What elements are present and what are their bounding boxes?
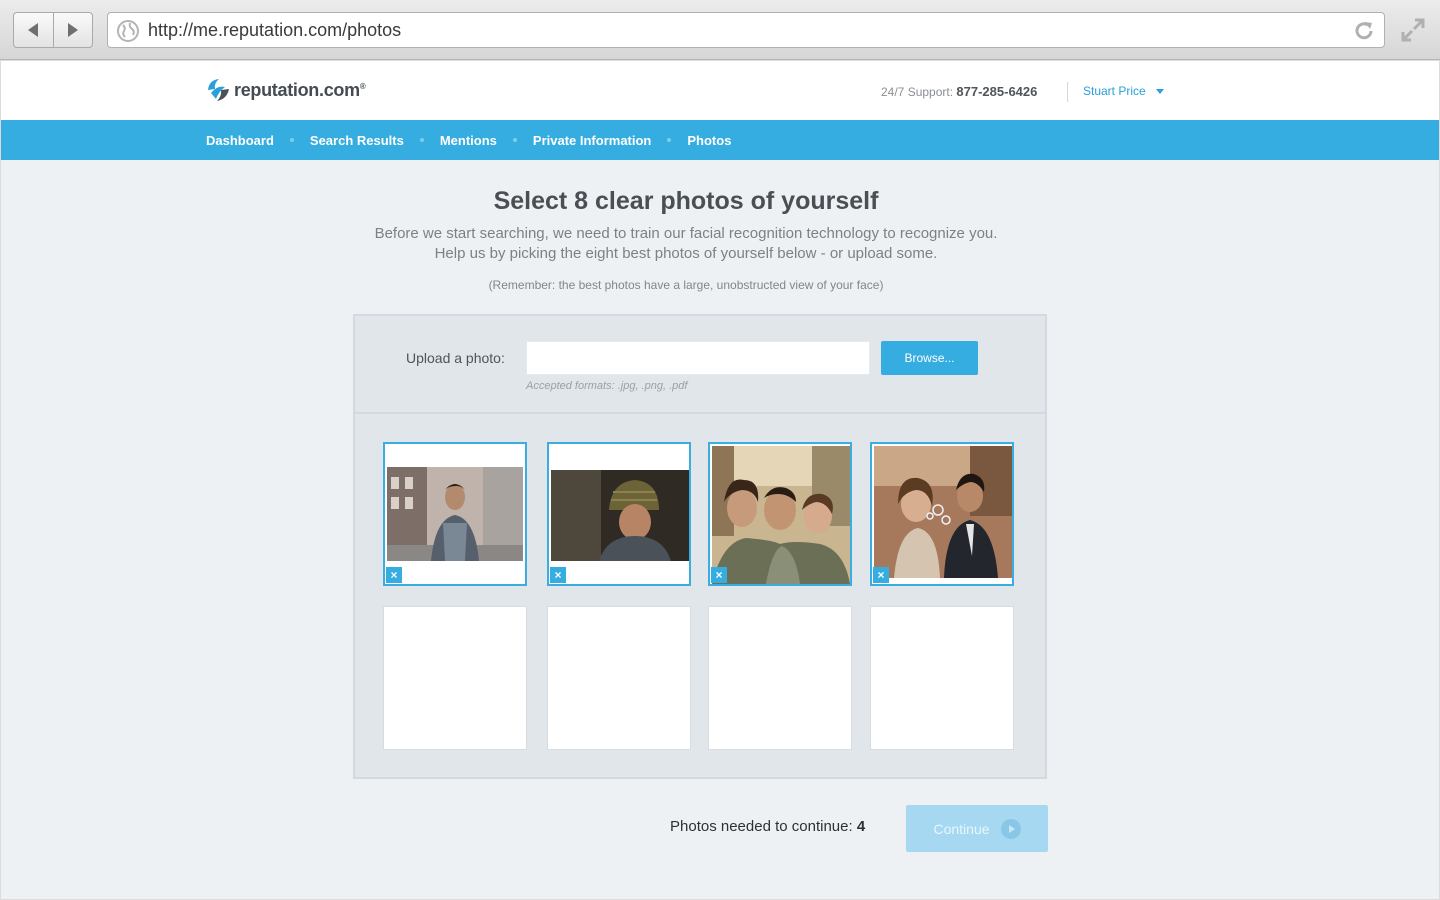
page-title: Select 8 clear photos of yourself: [493, 187, 879, 215]
photo-thumbnail: [387, 467, 523, 561]
photos-needed-label: Photos needed to continue:: [670, 818, 853, 835]
browse-button[interactable]: Browse...: [881, 341, 978, 375]
user-name: Stuart Price: [1083, 84, 1146, 98]
page: reputation.com® 24/7 Support: 877-285-64…: [1, 61, 1439, 899]
upload-label: Upload a photo:: [406, 350, 505, 366]
logo[interactable]: reputation.com®: [205, 77, 366, 103]
remove-photo-button[interactable]: ×: [873, 567, 889, 583]
photo-thumbnail: [551, 470, 689, 561]
browser-chrome: http://me.reputation.com/photos: [0, 0, 1440, 60]
main-nav: Dashboard Search Results Mentions Privat…: [1, 120, 1439, 160]
photo-slot-8-empty[interactable]: [870, 606, 1014, 750]
support-label: 24/7 Support:: [881, 85, 954, 99]
remove-photo-button[interactable]: ×: [550, 567, 566, 583]
nav-separator: [512, 138, 517, 142]
nav-item-mentions[interactable]: Mentions: [440, 133, 497, 148]
photo-thumbnail: [712, 446, 850, 584]
browser-nav-buttons: [13, 12, 93, 48]
globe-icon: [117, 20, 139, 42]
support-phone: 877-285-6426: [956, 84, 1038, 99]
url-text: http://me.reputation.com/photos: [148, 20, 402, 40]
nav-separator: [667, 138, 672, 142]
upload-file-input[interactable]: [526, 341, 870, 375]
continue-label: Continue: [933, 820, 990, 837]
accepted-formats: Accepted formats: .jpg, .png, .pdf: [526, 380, 688, 392]
photo-slot-6-empty[interactable]: [547, 606, 691, 750]
subtitle-line-1: Before we start searching, we need to tr…: [374, 225, 998, 242]
photos-needed-status: Photos needed to continue: 4: [670, 818, 865, 835]
chevron-down-icon: [1155, 88, 1164, 94]
subtitle-line-2: Help us by picking the eight best photos…: [434, 245, 938, 262]
nav-item-private-information[interactable]: Private Information: [533, 133, 651, 148]
site-header: reputation.com® 24/7 Support: 877-285-64…: [1, 61, 1439, 120]
remove-photo-button[interactable]: ×: [711, 567, 727, 583]
arrow-right-icon: [1000, 818, 1021, 839]
back-button[interactable]: [14, 13, 53, 47]
logo-mark-icon: [208, 79, 229, 101]
photo-slot-5-empty[interactable]: [383, 606, 527, 750]
photo-slot-4[interactable]: ×: [870, 442, 1014, 586]
user-menu[interactable]: Stuart Price: [1083, 84, 1164, 98]
nav-item-photos[interactable]: Photos: [687, 133, 731, 148]
remove-photo-button[interactable]: ×: [386, 567, 402, 583]
header-divider: [1067, 82, 1068, 102]
nav-separator: [289, 138, 294, 142]
photo-slot-7-empty[interactable]: [708, 606, 852, 750]
photo-slot-1[interactable]: ×: [383, 442, 527, 586]
nav-separator: [419, 138, 424, 142]
photo-slot-2[interactable]: ×: [547, 442, 691, 586]
nav-item-dashboard[interactable]: Dashboard: [206, 133, 274, 148]
fullscreen-icon[interactable]: [1400, 17, 1426, 43]
reload-icon[interactable]: [1352, 19, 1376, 43]
photos-needed-count: 4: [856, 818, 866, 835]
support-info: 24/7 Support: 877-285-6426: [881, 84, 1037, 99]
nav-item-search-results[interactable]: Search Results: [310, 133, 404, 148]
continue-button[interactable]: Continue: [906, 805, 1048, 852]
address-bar[interactable]: http://me.reputation.com/photos: [107, 12, 1385, 48]
forward-arrow-icon: [67, 23, 78, 37]
upload-row: Upload a photo: Browse... Accepted forma…: [355, 316, 1045, 414]
photo-slot-3[interactable]: ×: [708, 442, 852, 586]
logo-text: reputation.com®: [234, 79, 366, 100]
photo-tip-note: (Remember: the best photos have a large,…: [488, 278, 884, 292]
back-arrow-icon: [28, 23, 39, 37]
photo-panel: Upload a photo: Browse... Accepted forma…: [353, 314, 1047, 779]
photo-thumbnail: [874, 446, 1012, 578]
forward-button[interactable]: [52, 13, 93, 47]
